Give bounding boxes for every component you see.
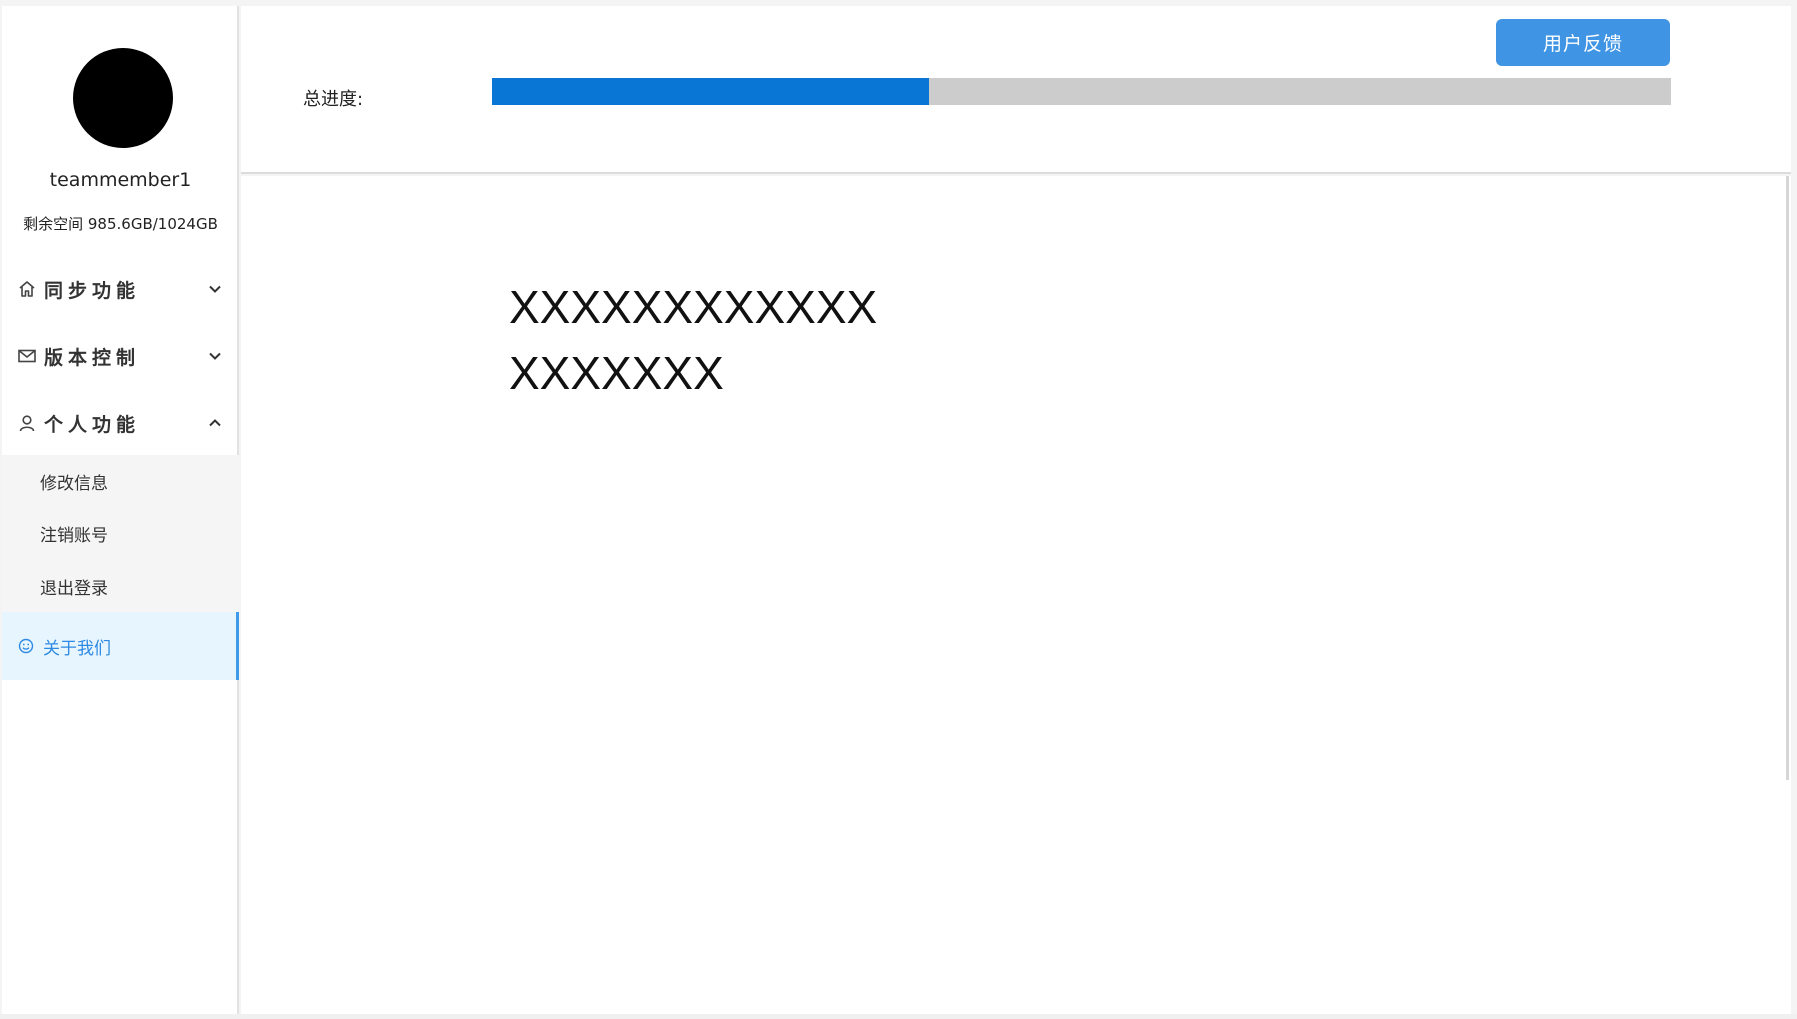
avatar[interactable] [73,48,173,148]
submenu-item-deactivate-account[interactable]: 注销账号 [2,507,239,559]
content-line: XXXXXXXXXXXX [509,281,878,333]
user-icon [16,412,38,434]
scrollbar[interactable] [1786,176,1789,780]
menu-item-version-control[interactable]: 版本控制 [2,326,239,386]
submenu-item-logout[interactable]: 退出登录 [2,560,239,612]
progress-bar-fill [492,78,930,105]
top-bar: 用户反馈 总进度: [241,6,1791,174]
sidebar: teammember1 剩余空间 985.6GB/1024GB 同步功能 版本控… [2,6,239,1014]
username: teammember1 [49,169,192,191]
total-progress-label: 总进度: [303,89,364,110]
chevron-down-icon [207,281,223,297]
menu-item-personal[interactable]: 个人功能 [2,393,239,453]
menu-item-label: 个人功能 [44,413,141,436]
chevron-up-icon [207,415,223,431]
smile-icon [16,636,36,656]
bottom-strip [0,1014,1797,1019]
personal-submenu: 修改信息 注销账号 退出登录 [2,455,239,612]
main-content: XXXXXXXXXXXX XXXXXXX [241,176,1791,1014]
chevron-down-icon [207,348,223,364]
menu-item-sync[interactable]: 同步功能 [2,259,239,319]
menu-item-label: 版本控制 [44,346,141,369]
mail-icon [16,345,38,367]
about-us-label: 关于我们 [43,638,111,659]
menu-item-about-us[interactable]: 关于我们 [2,612,239,680]
content-text: XXXXXXXXXXXX XXXXXXX [509,274,877,406]
home-icon [16,278,38,300]
total-progress-bar [492,78,1671,105]
app-window: teammember1 剩余空间 985.6GB/1024GB 同步功能 版本控… [0,0,1797,1019]
menu-item-label: 同步功能 [44,279,141,302]
submenu-item-edit-info[interactable]: 修改信息 [2,455,239,507]
content-line: XXXXXXX [509,347,724,399]
storage-info: 剩余空间 985.6GB/1024GB [23,215,218,233]
user-feedback-button[interactable]: 用户反馈 [1496,19,1670,66]
